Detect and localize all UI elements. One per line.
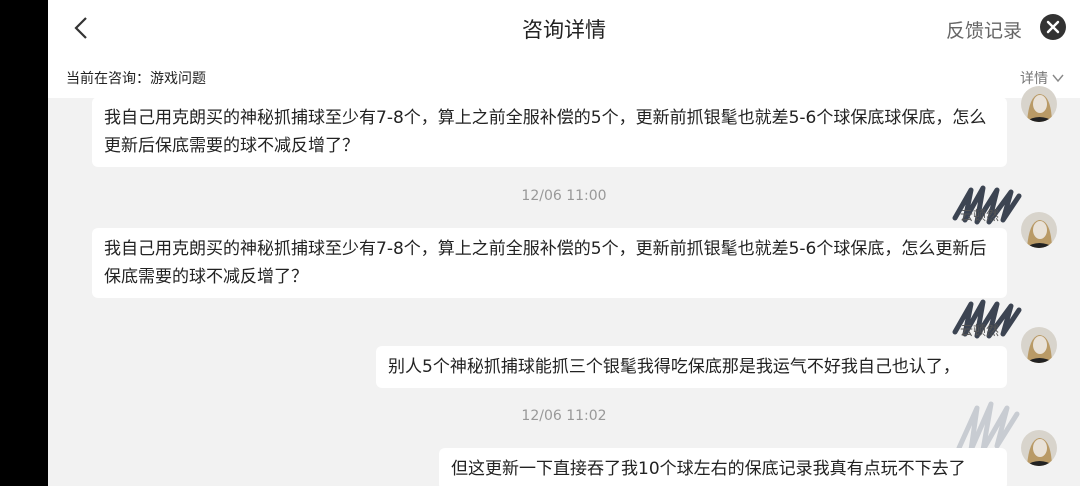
chevron-down-icon — [1052, 74, 1064, 83]
message-text: 我自己用克朗买的神秘抓捕球至少有7-8个，算上之前全服补偿的5个，更新前抓银髦也… — [104, 239, 987, 287]
username-label: 云顿然 — [960, 209, 1000, 224]
message-bubble: 我自己用克朗买的神秘抓捕球至少有7-8个，算上之前全服补偿的5个，更新前抓银髦也… — [92, 97, 1007, 167]
user-avatar[interactable] — [1021, 430, 1057, 466]
chat-screen: 咨询详情 反馈记录 当前在咨询：游戏问题 详情 我自己用克朗买的神秘抓捕球至少有… — [48, 0, 1080, 486]
user-avatar[interactable] — [1021, 86, 1057, 122]
user-avatar[interactable] — [1021, 327, 1057, 363]
message-text: 但这更新一下直接吞了我10个球左右的保底记录我真有点玩不下去了 — [451, 459, 966, 479]
detail-label: 详情 — [1020, 71, 1048, 87]
avatar-portrait-icon — [1021, 327, 1057, 363]
detail-toggle[interactable]: 详情 — [1020, 68, 1064, 88]
avatar-portrait-icon — [1021, 430, 1057, 466]
message-text: 别人5个神秘抓捕球能抓三个银髦我得吃保底那是我运气不好我自己也认了， — [388, 357, 960, 377]
message-bubble: 别人5个神秘抓捕球能抓三个银髦我得吃保底那是我运气不好我自己也认了， — [376, 346, 1007, 388]
close-button[interactable] — [1040, 14, 1066, 40]
timestamp: 12/06 11:02 — [521, 408, 607, 424]
current-consult-text: 当前在咨询：游戏问题 — [66, 71, 206, 87]
close-icon — [1046, 20, 1060, 34]
top-bar: 咨询详情 反馈记录 — [48, 0, 1080, 56]
username-label: 云顿然 — [960, 324, 1000, 339]
avatar-portrait-icon — [1021, 86, 1057, 122]
timestamp: 12/06 11:00 — [521, 188, 607, 204]
feedback-record-link[interactable]: 反馈记录 — [946, 16, 1022, 43]
message-bubble: 我自己用克朗买的神秘抓捕球至少有7-8个，算上之前全服补偿的5个，更新前抓银髦也… — [92, 228, 1007, 298]
user-avatar[interactable] — [1021, 212, 1057, 248]
message-bubble: 但这更新一下直接吞了我10个球左右的保底记录我真有点玩不下去了 — [439, 448, 1007, 486]
avatar-portrait-icon — [1021, 212, 1057, 248]
redacted-username-scribble — [956, 401, 1020, 453]
message-text: 我自己用克朗买的神秘抓捕球至少有7-8个，算上之前全服补偿的5个，更新前抓银髦也… — [104, 108, 987, 156]
consult-bar: 当前在咨询：游戏问题 详情 — [48, 56, 1080, 98]
page-title: 咨询详情 — [522, 18, 606, 42]
